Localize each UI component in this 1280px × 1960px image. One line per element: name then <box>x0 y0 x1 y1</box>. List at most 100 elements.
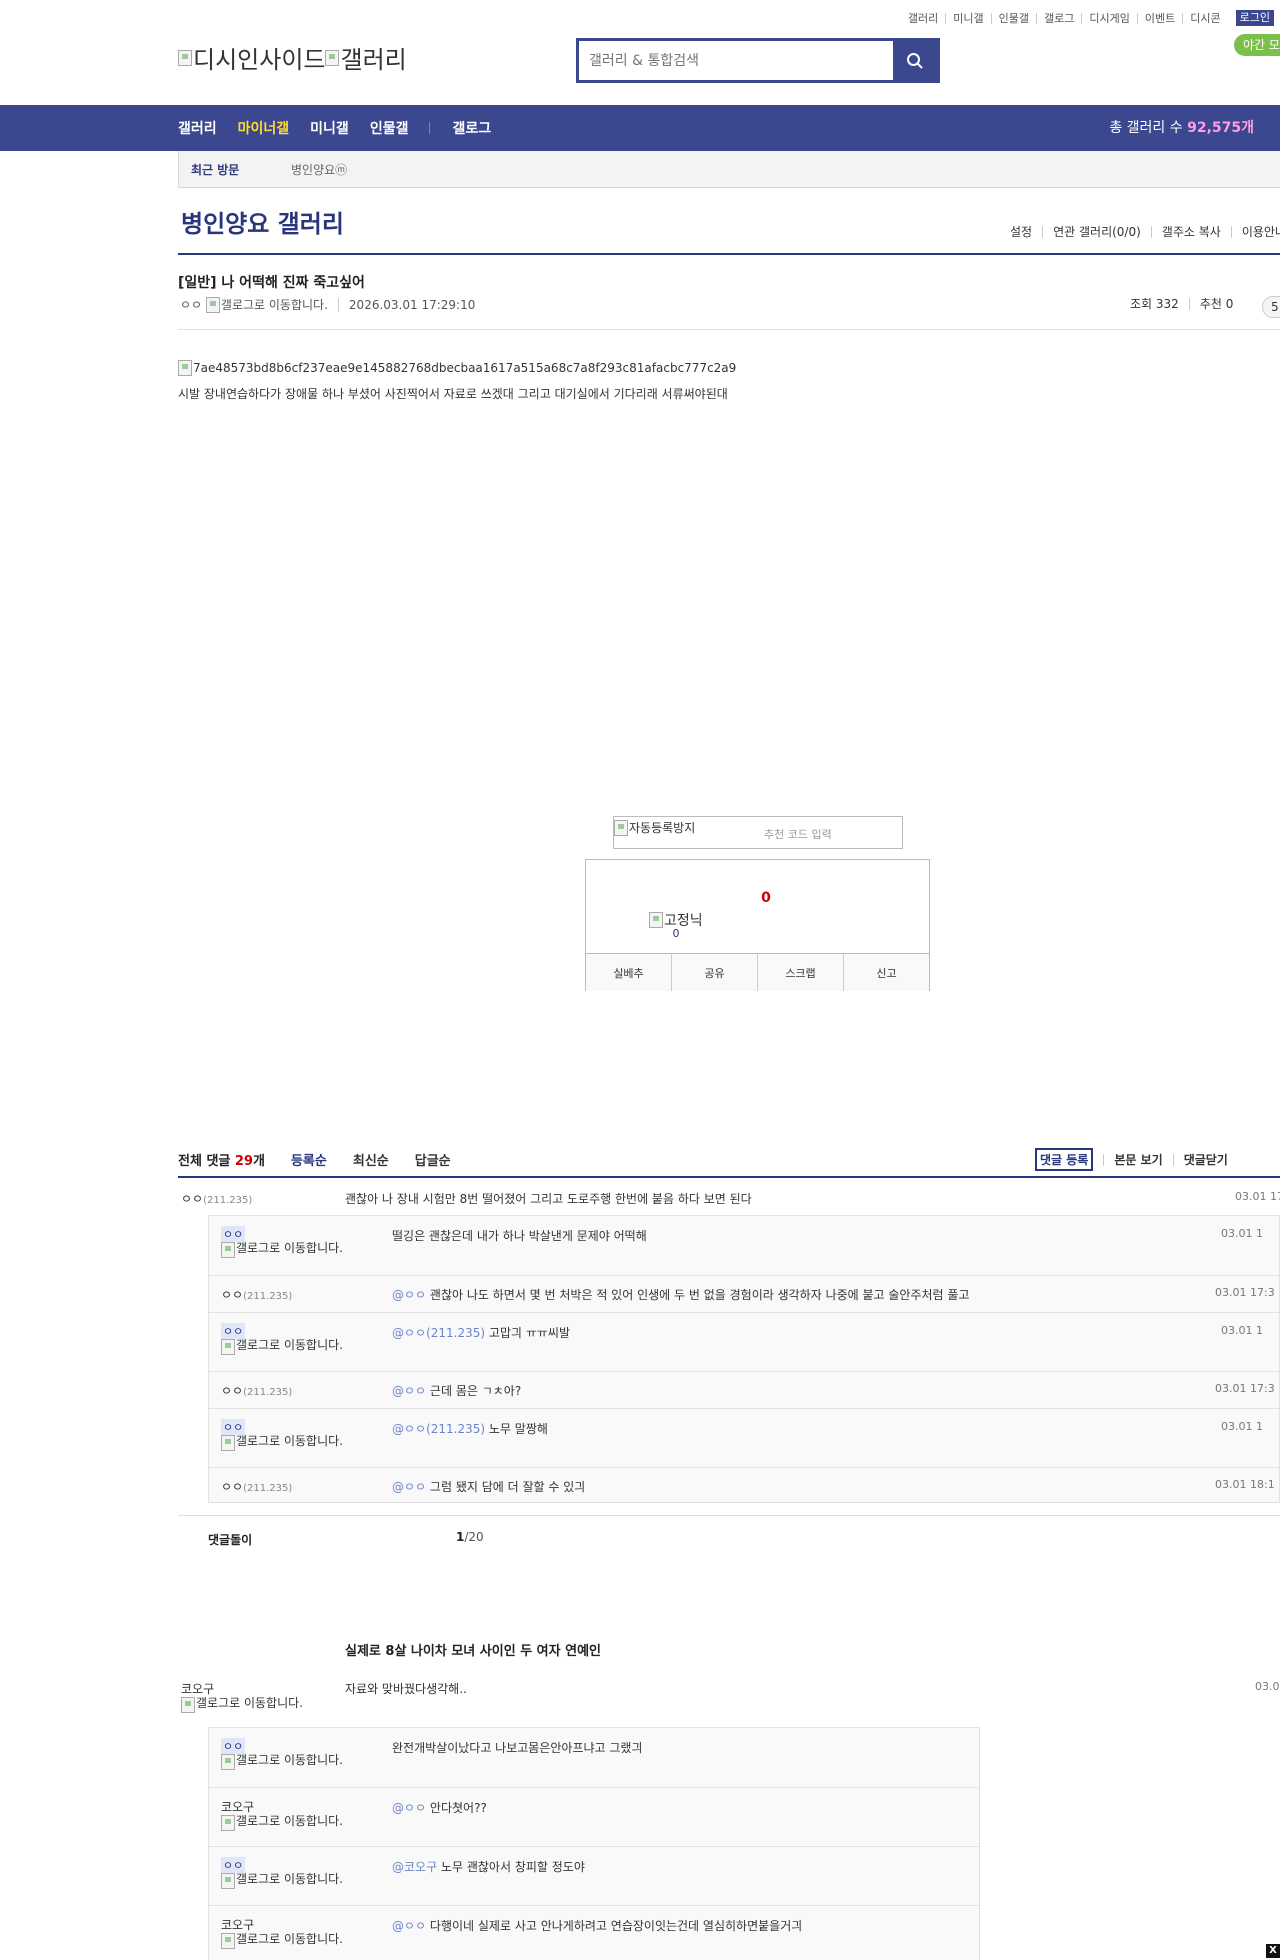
reply-mention[interactable]: @ㅇㅇ <box>392 1480 426 1494</box>
util-link-dccon[interactable]: 디시콘 <box>1182 12 1227 24</box>
comment-author[interactable]: ㅇㅇ(211.235) <box>181 1190 252 1207</box>
gnb-person-gallery[interactable]: 인물갤 <box>370 118 409 138</box>
post-image: 7ae48573bd8b6cf237eae9e145882768dbecbaa1… <box>178 360 736 376</box>
reply-time: 03.01 1 <box>1221 1420 1263 1433</box>
best-recommend-button[interactable]: 실베추 <box>586 954 671 991</box>
share-button[interactable]: 공유 <box>671 954 757 991</box>
usage-guide[interactable]: 이용안내 <box>1230 226 1280 238</box>
broken-image-icon <box>221 1754 235 1770</box>
reply-author[interactable]: ㅇㅇ(211.235) <box>221 1286 292 1303</box>
reply-author-ip: (211.235) <box>243 1387 293 1398</box>
reply-body: 괜찮아 나도 하면서 몇 번 처박은 적 있어 인생에 두 번 없을 경험이라 … <box>429 1288 970 1302</box>
reply-row: ㅇㅇ(211.235) @ㅇㅇ 괜찮아 나도 하면서 몇 번 처박은 적 있어 … <box>209 1275 1279 1312</box>
close-ad-button[interactable]: X <box>1266 1944 1280 1958</box>
broken-image-icon <box>649 912 663 928</box>
reply-author-nick: ㅇㅇ <box>221 1288 244 1302</box>
gallery-settings[interactable]: 설정 <box>1000 226 1042 238</box>
post-info: ㅇㅇ 갤로그로 이동합니다. 2026.03.01 17:29:10 <box>180 296 475 313</box>
reply-author-nick: ㅇㅇ <box>221 1738 246 1754</box>
comment-bot-label[interactable]: 댓글돌이 <box>208 1531 252 1548</box>
util-link-gallog[interactable]: 갤로그 <box>1036 12 1081 24</box>
reply-row: ㅇㅇ 갤로그로 이동합니다. 떨깅은 괜찮은데 내가 하나 박살낸게 문제야 어떡… <box>209 1216 1279 1275</box>
search-input[interactable] <box>579 41 893 80</box>
gallog-alt: 갤로그로 이동합니다. <box>196 1696 303 1710</box>
reply-row: ㅇㅇ 갤로그로 이동합니다. @ㅇㅇ(211.235) 노무 말짱해 03.01 … <box>209 1408 1279 1467</box>
gallog-image[interactable]: 갤로그로 이동합니다. <box>221 1339 343 1355</box>
util-link-gallery[interactable]: 갤러리 <box>901 13 945 24</box>
reply-author[interactable]: ㅇㅇ 갤로그로 이동합니다. <box>221 1226 343 1258</box>
util-link-dcgame[interactable]: 디시게임 <box>1081 12 1136 24</box>
recommend-box: 0 고정닉 0 실베추 공유 스크랩 신고 <box>585 859 930 991</box>
reply-mention[interactable]: @ㅇㅇ(211.235) <box>392 1422 485 1436</box>
reply-mention[interactable]: @ㅇㅇ <box>392 1801 426 1815</box>
fixed-nick-alt: 고정닉 <box>664 913 703 929</box>
gnb-gallog[interactable]: 갤로그 <box>452 118 491 138</box>
login-button[interactable]: 로그인 <box>1235 10 1274 26</box>
reply-author[interactable]: ㅇㅇ(211.235) <box>221 1382 292 1399</box>
reply-mention[interactable]: @ㅇㅇ(211.235) <box>392 1326 485 1340</box>
reply-author[interactable]: ㅇㅇ 갤로그로 이동합니다. <box>221 1857 343 1889</box>
broken-image-icon <box>178 49 192 66</box>
reply-author[interactable]: ㅇㅇ(211.235) <box>221 1478 292 1495</box>
report-button[interactable]: 신고 <box>843 954 929 991</box>
related-gallery[interactable]: 연관 갤러리(0/0) <box>1042 226 1151 238</box>
post-author[interactable]: ㅇㅇ <box>180 296 202 313</box>
reply-author[interactable]: ㅇㅇ 갤로그로 이동합니다. <box>221 1419 343 1451</box>
reply-author[interactable]: ㅇㅇ 갤로그로 이동합니다. <box>221 1738 343 1770</box>
comment-total-suffix: 개 <box>253 1154 265 1169</box>
gallog-image[interactable]: 갤로그로 이동합니다. <box>221 1435 343 1451</box>
related-comment-author[interactable]: 코오구 갤로그로 이동합니다. <box>181 1680 303 1713</box>
reply-list: ㅇㅇ 갤로그로 이동합니다. 떨깅은 괜찮은데 내가 하나 박살낸게 문제야 어떡… <box>208 1215 1280 1503</box>
view-body-button[interactable]: 본문 보기 <box>1103 1153 1172 1166</box>
gallog-image[interactable]: 갤로그로 이동합니다. <box>221 1873 343 1889</box>
related-post-title[interactable]: 실제로 8살 나이차 모녀 사이인 두 여자 연예인 <box>345 1640 601 1659</box>
gallog-link[interactable]: 갤로그로 이동합니다. <box>221 296 328 313</box>
gallog-image[interactable]: 갤로그로 이동합니다. <box>181 1697 303 1713</box>
reply-mention[interactable]: @ㅇㅇ <box>392 1288 426 1302</box>
reply-author[interactable]: 코오구 갤로그로 이동합니다. <box>221 1798 343 1831</box>
reply-author[interactable]: ㅇㅇ 갤로그로 이동합니다. <box>221 1323 343 1355</box>
reply-mention[interactable]: @ㅇㅇ <box>392 1384 426 1398</box>
sort-by-registered[interactable]: 등록순 <box>291 1150 327 1169</box>
gnb-mini-gallery[interactable]: 미니갤 <box>310 118 349 138</box>
page-indicator: 1/20 <box>456 1530 484 1544</box>
gnb-minor-gallery[interactable]: 마이너갤 <box>238 118 290 138</box>
recent-visit-gallery[interactable]: 병인양요ⓜ <box>291 161 347 178</box>
sort-by-reply[interactable]: 답글순 <box>415 1150 451 1169</box>
reply-body: 노무 말짱해 <box>488 1422 548 1436</box>
gallog-image[interactable]: 갤로그로 이동합니다. <box>221 1933 343 1949</box>
scrap-button[interactable]: 스크랩 <box>757 954 843 991</box>
reply-mention[interactable]: @ㅇㅇ <box>392 1919 426 1933</box>
post-stats: 조회 332 추천 0 <box>1120 298 1243 310</box>
gnb-gallery[interactable]: 갤러리 <box>178 118 217 138</box>
reply-author[interactable]: 코오구 갤로그로 이동합니다. <box>221 1916 343 1949</box>
reply-author-nick: ㅇㅇ <box>221 1419 246 1435</box>
total-gallery-label: 총 갤러리 수 <box>1109 120 1188 136</box>
search-button[interactable] <box>893 41 937 80</box>
reply-row: ㅇㅇ(211.235) @ㅇㅇ 그럼 됐지 담에 더 잘할 수 있긔 03.01… <box>209 1467 1279 1503</box>
recent-visit-label[interactable]: 최근 방문 <box>191 161 291 178</box>
reply-body: 다행이네 실제로 사고 안나게하려고 연습장이잇는건데 열심히하면붙을거긔 <box>429 1919 803 1933</box>
reply-author-nick: ㅇㅇ <box>221 1857 246 1873</box>
copy-gallery-url[interactable]: 갤주소 복사 <box>1150 226 1231 238</box>
captcha-input[interactable]: 추천 코드 입력 <box>764 826 832 842</box>
util-link-persongall[interactable]: 인물갤 <box>990 12 1036 24</box>
broken-image-icon <box>614 819 628 836</box>
gallog-image[interactable]: 갤로그로 이동합니다. <box>221 1754 343 1770</box>
night-mode-toggle[interactable]: 야간 모드 <box>1234 34 1280 56</box>
util-link-event[interactable]: 이벤트 <box>1136 12 1182 24</box>
reply-mention[interactable]: @코오구 <box>392 1860 437 1874</box>
reply-body: 근데 몸은 ㄱㅊ아? <box>429 1384 522 1398</box>
logo-section-alt: 갤러리 <box>340 46 407 74</box>
util-link-minigall[interactable]: 미니갤 <box>945 12 990 24</box>
comment-register-button[interactable]: 댓글 등록 <box>1035 1148 1094 1171</box>
gallog-image[interactable]: 갤로그로 이동합니다. <box>221 1242 343 1258</box>
sort-by-latest[interactable]: 최신순 <box>353 1150 389 1169</box>
gallog-image[interactable]: 갤로그로 이동합니다. <box>221 1815 343 1831</box>
reply-time: 03.01 18:1 <box>1215 1478 1275 1491</box>
gallery-title[interactable]: 병인양요 갤러리 <box>181 204 344 239</box>
broken-image-icon <box>181 1697 195 1713</box>
comment-count-badge[interactable]: 5 <box>1262 296 1280 318</box>
close-comments-button[interactable]: 댓글닫기 <box>1172 1153 1238 1166</box>
site-logo[interactable]: 디시인사이드 갤러리 <box>178 40 407 75</box>
